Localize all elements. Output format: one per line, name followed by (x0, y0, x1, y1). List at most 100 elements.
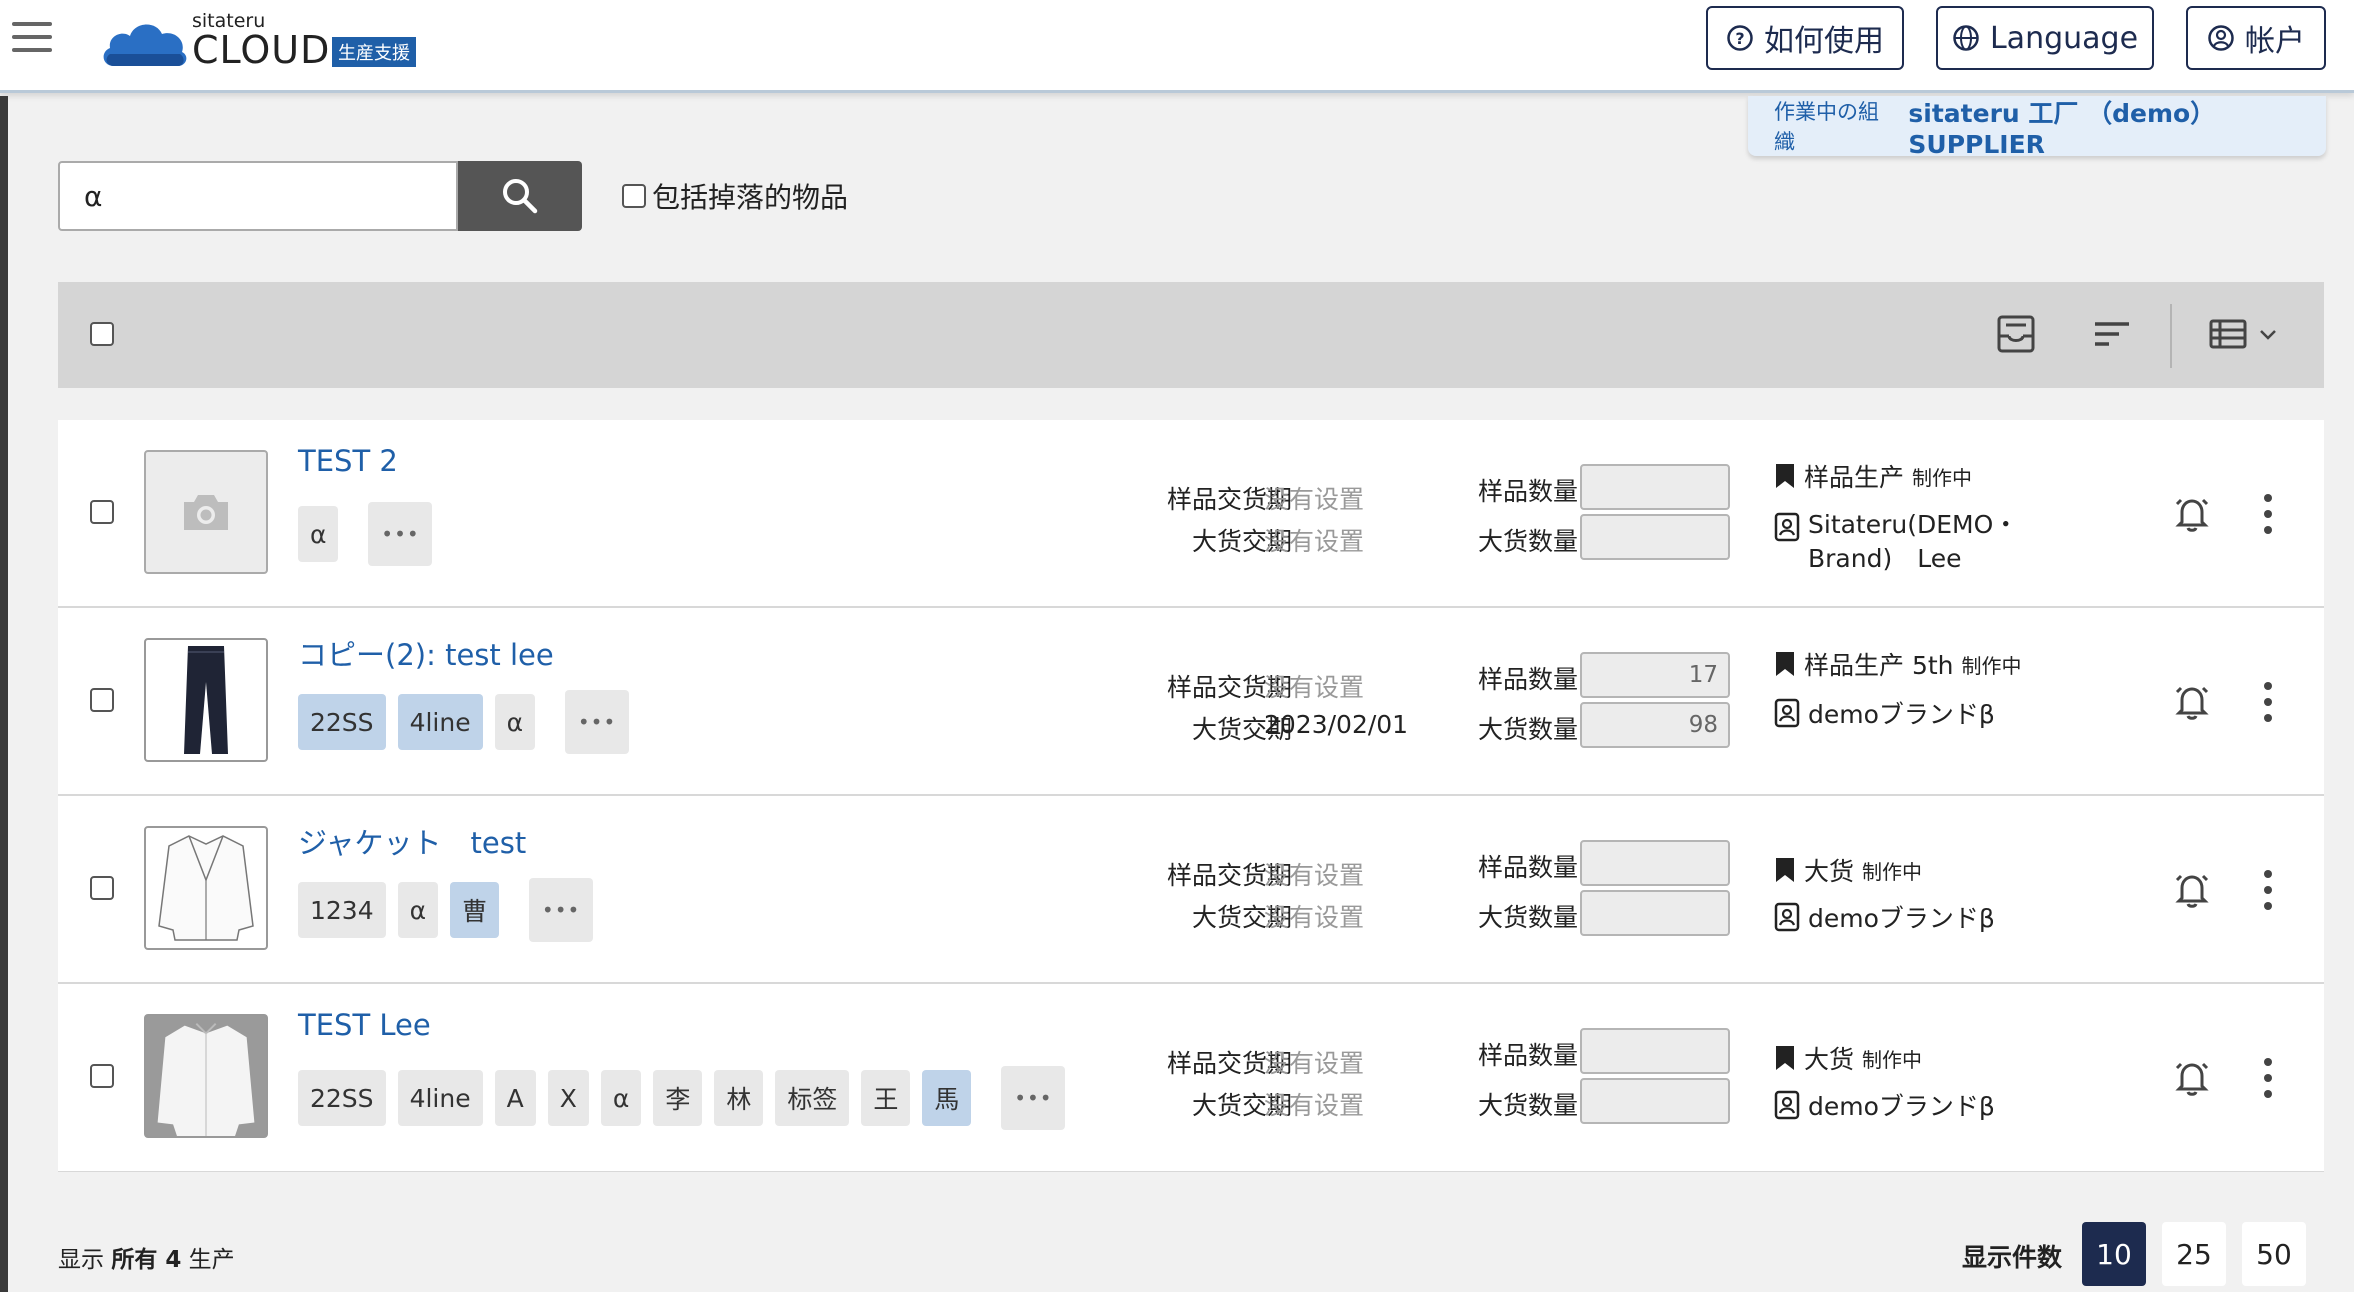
bell-icon[interactable] (2172, 682, 2212, 722)
inbox-tray-icon[interactable] (1996, 314, 2036, 354)
brand-name: demoブランドβ (1808, 700, 1995, 729)
brand-info: demoブランドβ (1774, 698, 2058, 732)
bell-icon[interactable] (2172, 870, 2212, 910)
search-input[interactable] (58, 161, 458, 231)
sample-qty-field[interactable] (1580, 1028, 1730, 1074)
sample-qty-label: 样品数量 (1478, 477, 1579, 506)
tag[interactable]: 22SS (298, 1070, 386, 1126)
per-page-label: 显示件数 (1962, 1243, 2063, 1272)
stage-status: 制作中 (1862, 859, 1923, 884)
item-title[interactable]: コピー(2): test lee (298, 632, 554, 674)
tag-list: 22SS 4line A X α 李 林 标签 王 馬 ••• (298, 1066, 1066, 1130)
item-title[interactable]: TEST 2 (298, 444, 398, 478)
help-button[interactable]: ? 如何使用 (1706, 6, 1904, 70)
item-thumbnail[interactable] (144, 1014, 268, 1138)
tag[interactable]: 曹 (450, 882, 500, 938)
per-page-option-25[interactable]: 25 (2162, 1222, 2226, 1286)
stage-info: 样品生产 5th 制作中 (1774, 646, 2022, 682)
bulk-delivery-value: 2023/02/01 (1264, 710, 1409, 739)
production-list: TEST 2 α ••• 样品交货期 没有设置 大货交期 没有设置 样品数量 大… (58, 420, 2324, 1172)
brand-card-icon (1774, 1090, 1800, 1120)
item-title[interactable]: TEST Lee (298, 1008, 431, 1042)
row-checkbox[interactable] (90, 688, 114, 712)
bulk-qty-field[interactable] (1580, 514, 1730, 560)
item-thumbnail[interactable] (144, 450, 268, 574)
question-circle-icon: ? (1727, 25, 1753, 51)
bulk-qty-label: 大货数量 (1478, 1091, 1579, 1120)
sample-qty-field[interactable] (1580, 840, 1730, 886)
more-vertical-icon[interactable] (2258, 1058, 2278, 1098)
app-logo[interactable]: sitateru CLOUD 生産支援 (100, 10, 440, 72)
item-thumbnail[interactable] (144, 826, 268, 950)
brand-info: Sitateru(DEMO・Brand) Lee (1774, 508, 2058, 576)
more-tags-button[interactable]: ••• (529, 878, 594, 942)
tag[interactable]: 李 (653, 1070, 703, 1126)
menu-hamburger-icon[interactable] (12, 22, 52, 52)
per-page-option-10[interactable]: 10 (2082, 1222, 2146, 1286)
view-mode-dropdown[interactable] (2208, 314, 2278, 354)
bulk-qty-field[interactable] (1580, 890, 1730, 936)
tag[interactable]: 馬 (922, 1070, 972, 1126)
bulk-qty-label: 大货数量 (1478, 903, 1579, 932)
list-item: コピー(2): test lee 22SS 4line α ••• 样品交货期 … (58, 608, 2324, 796)
include-dropped-option[interactable]: 包括掉落的物品 (622, 176, 848, 216)
account-button[interactable]: 帐户 (2186, 6, 2326, 70)
tag[interactable]: 4line (397, 1070, 483, 1126)
stage-status: 制作中 (1862, 1047, 1923, 1072)
sample-delivery-value: 没有设置 (1264, 861, 1365, 890)
tag[interactable]: α (397, 882, 439, 938)
brand-card-icon (1774, 902, 1800, 932)
more-vertical-icon[interactable] (2258, 682, 2278, 722)
more-tags-button[interactable]: ••• (1001, 1066, 1066, 1130)
item-thumbnail[interactable] (144, 638, 268, 762)
bell-icon[interactable] (2172, 494, 2212, 534)
tag[interactable]: 22SS (298, 694, 386, 750)
brand-info: demoブランドβ (1774, 1090, 2058, 1124)
sample-delivery-value: 没有设置 (1264, 485, 1365, 514)
tag[interactable]: 1234 (298, 882, 386, 938)
bell-icon[interactable] (2172, 1058, 2212, 1098)
row-checkbox[interactable] (90, 876, 114, 900)
row-checkbox[interactable] (90, 1064, 114, 1088)
tag[interactable]: 王 (861, 1070, 911, 1126)
sample-qty-label: 样品数量 (1478, 853, 1579, 882)
globe-icon (1953, 25, 1979, 51)
language-button[interactable]: Language (1936, 6, 2154, 70)
search-button[interactable] (458, 161, 582, 231)
bulk-qty-field[interactable]: 98 (1580, 702, 1730, 748)
sample-qty-label: 样品数量 (1478, 1041, 1579, 1070)
tag[interactable]: X (547, 1070, 589, 1126)
logo-badge: 生産支援 (332, 37, 416, 67)
tag[interactable]: α (494, 694, 536, 750)
tag[interactable]: α (600, 1070, 642, 1126)
sample-qty-label: 样品数量 (1478, 665, 1579, 694)
more-vertical-icon[interactable] (2258, 494, 2278, 534)
tag[interactable]: A (494, 1070, 536, 1126)
shirt-image (146, 1016, 266, 1136)
stage-info: 大货 制作中 (1774, 1040, 1922, 1076)
per-page-option-50[interactable]: 50 (2242, 1222, 2306, 1286)
select-all-checkbox[interactable] (90, 322, 114, 346)
camera-icon (184, 495, 228, 530)
item-title[interactable]: ジャケット test (298, 820, 526, 862)
sample-delivery-value: 没有设置 (1264, 673, 1365, 702)
bookmark-icon (1776, 1046, 1794, 1070)
sort-icon[interactable] (2092, 314, 2132, 354)
more-tags-button[interactable]: ••• (368, 502, 433, 566)
sample-qty-field[interactable]: 17 (1580, 652, 1730, 698)
svg-text:?: ? (1735, 29, 1744, 48)
bulk-qty-field[interactable] (1580, 1078, 1730, 1124)
bulk-delivery-value: 没有设置 (1264, 903, 1365, 932)
tag[interactable]: 4line (397, 694, 483, 750)
row-checkbox[interactable] (90, 500, 114, 524)
language-label: Language (1989, 20, 2139, 56)
more-tags-button[interactable]: ••• (565, 690, 630, 754)
sample-qty-field[interactable] (1580, 464, 1730, 510)
list-toolbar (58, 282, 2324, 388)
tag[interactable]: 林 (714, 1070, 764, 1126)
more-vertical-icon[interactable] (2258, 870, 2278, 910)
tag[interactable]: 标签 (775, 1070, 850, 1126)
sample-delivery-value: 没有设置 (1264, 1049, 1365, 1078)
tag[interactable]: α (298, 506, 339, 562)
include-dropped-checkbox[interactable] (622, 184, 646, 208)
